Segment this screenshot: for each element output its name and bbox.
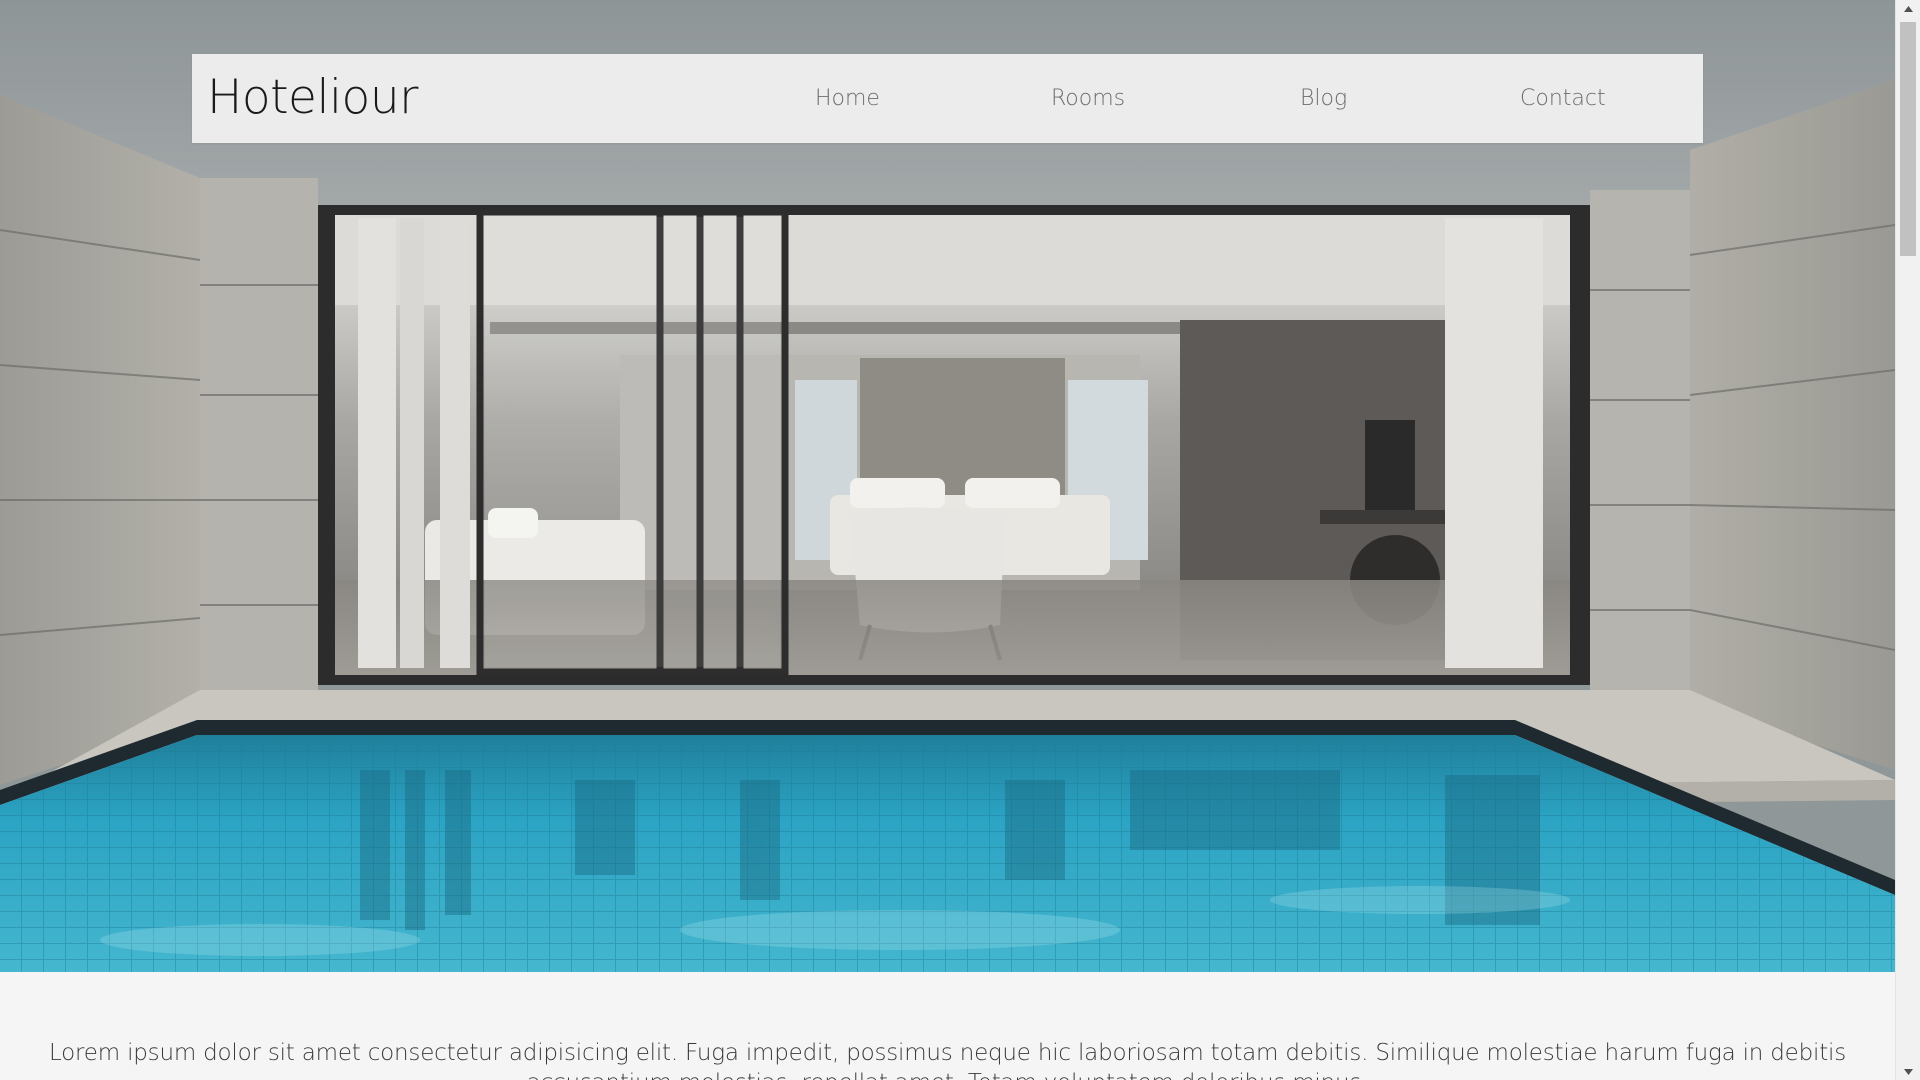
nav-links: Home Rooms Blog Contact xyxy=(192,54,1703,143)
hero-section: Hoteliour Home Rooms Blog Contact xyxy=(0,0,1895,972)
vertical-scrollbar[interactable] xyxy=(1895,0,1920,1080)
navbar: Hoteliour Home Rooms Blog Contact xyxy=(192,54,1703,143)
scrollbar-thumb[interactable] xyxy=(1900,22,1916,256)
content-area: Hoteliour Home Rooms Blog Contact Lorem … xyxy=(0,0,1895,1080)
intro-paragraph: Lorem ipsum dolor sit amet consectetur a… xyxy=(48,1040,1847,1080)
nav-link-contact[interactable]: Contact xyxy=(1520,84,1606,114)
chevron-down-icon[interactable] xyxy=(1896,1063,1920,1080)
chevron-up-icon[interactable] xyxy=(1896,0,1920,17)
nav-link-rooms[interactable]: Rooms xyxy=(1051,84,1125,114)
page: Hoteliour Home Rooms Blog Contact Lorem … xyxy=(0,0,1920,1080)
nav-link-home[interactable]: Home xyxy=(815,84,880,114)
nav-link-blog[interactable]: Blog xyxy=(1300,84,1347,114)
hero-image xyxy=(0,0,1895,972)
